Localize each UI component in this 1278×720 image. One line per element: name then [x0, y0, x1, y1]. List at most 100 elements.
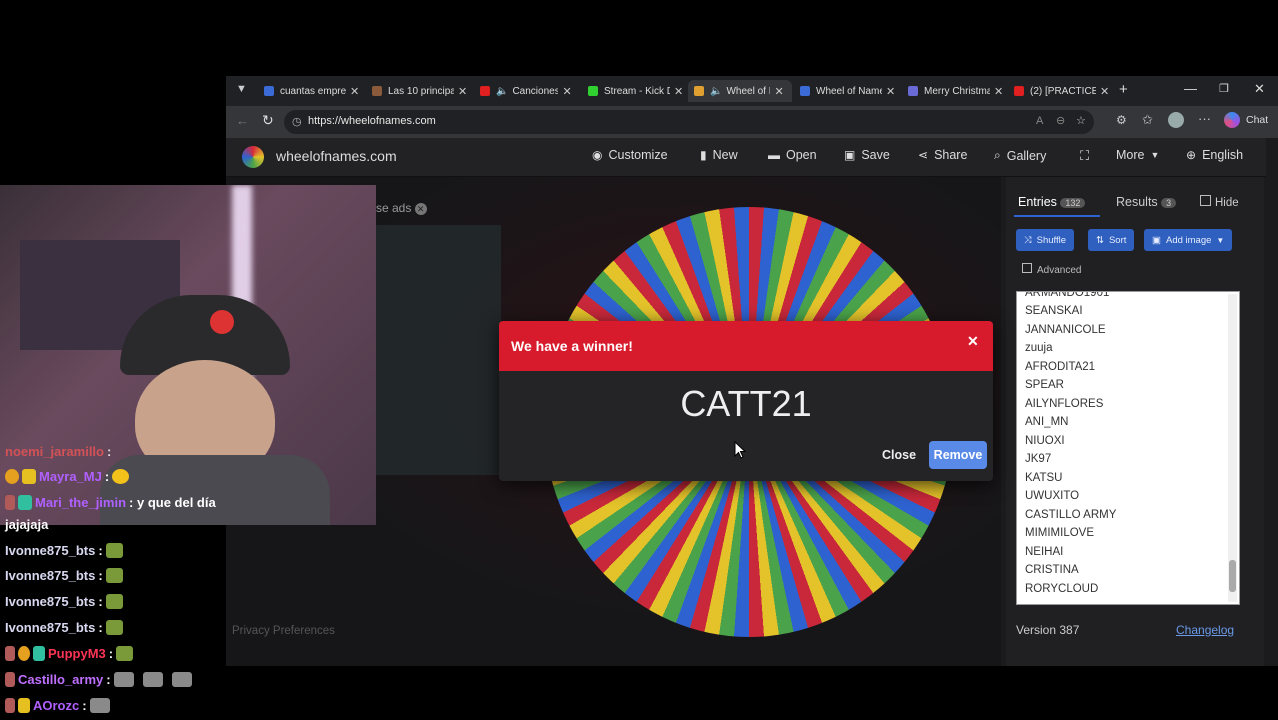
profile-avatar[interactable] — [1168, 112, 1184, 128]
entry-line: KATSU — [1025, 472, 1063, 484]
turtle-emote-icon — [105, 543, 123, 558]
reload-icon[interactable]: ↻ — [262, 112, 274, 129]
close-window-icon[interactable]: ✕ — [1254, 81, 1265, 97]
wheel-favicon-icon — [800, 86, 810, 96]
block-icon[interactable]: ⊖ — [1056, 114, 1065, 127]
remove-button[interactable]: Remove — [929, 441, 987, 469]
copilot-icon[interactable] — [1224, 112, 1240, 128]
advertisement[interactable] — [376, 225, 501, 475]
favorites-icon[interactable]: ✩ — [1142, 112, 1153, 128]
tab-strip: ▼ cuantas empre ✕ Las 10 principa ✕ 🔈 Canci… — [226, 76, 1278, 106]
chat-message: Ivonne875_bts: — [5, 594, 123, 609]
badge-icon — [18, 495, 32, 510]
tab-wheel-active[interactable]: 🔈Wheel of N✕ — [688, 80, 792, 102]
language-menu[interactable]: ⊕ English — [1186, 148, 1243, 162]
more-menu[interactable]: More ▼ — [1116, 148, 1159, 162]
close-icon[interactable]: ✕ — [350, 85, 359, 98]
close-icon[interactable]: ✕ — [967, 333, 979, 350]
badge-icon — [5, 495, 15, 510]
chat-message: Ivonne875_bts: — [5, 620, 123, 635]
tab-8[interactable]: (2) [PRACTICE F✕ — [1008, 80, 1112, 102]
search-favicon-icon — [264, 86, 274, 96]
save-button[interactable]: ▣ Save — [844, 148, 890, 162]
gallery-button[interactable]: ⌕ Gallery — [994, 148, 1046, 163]
logo-icon — [242, 146, 264, 168]
close-icon[interactable]: ✕ — [562, 85, 571, 98]
translate-icon[interactable]: A — [1036, 115, 1043, 127]
chat-message: jajajaja — [5, 517, 49, 532]
close-icon[interactable]: ✕ — [886, 85, 895, 98]
advanced-toggle[interactable]: Advanced — [1022, 263, 1081, 276]
cat-emote-icon — [112, 469, 130, 484]
tab-6[interactable]: Wheel of Name ✕ — [794, 80, 898, 102]
checkbox[interactable] — [1022, 263, 1032, 273]
shuffle-button[interactable]: ⤨ Shuffle — [1016, 229, 1075, 251]
sort-icon: ⇅ — [1096, 234, 1104, 246]
close-icon[interactable]: ✕ — [994, 85, 1003, 98]
folder-icon: ▬ — [768, 148, 780, 162]
entries-scrollbar[interactable] — [1228, 294, 1237, 602]
cat-emote-icon — [142, 672, 163, 687]
tab-results[interactable]: Results 3 — [1116, 195, 1177, 209]
fullscreen-icon[interactable]: ⛶ — [1080, 148, 1089, 164]
tab-3[interactable]: 🔈 Canciones ✕ — [474, 80, 578, 102]
page-info-icon[interactable]: ◷ — [292, 115, 302, 128]
tab-4[interactable]: Stream - Kick D ✕ — [582, 80, 686, 102]
close-icon[interactable]: ✕ — [458, 85, 467, 98]
close-icon[interactable]: ✕ — [674, 85, 683, 98]
chat-message: Ivonne875_bts: — [5, 543, 123, 558]
hide-toggle[interactable]: Hide — [1200, 195, 1239, 209]
turtle-emote-icon — [105, 568, 123, 583]
checkbox[interactable] — [1200, 195, 1211, 206]
badge-icon — [5, 672, 15, 687]
entry-line: AILYNFLORES — [1025, 398, 1104, 410]
badge-icon — [18, 698, 30, 713]
privacy-preferences-link[interactable]: Privacy Preferences — [232, 625, 335, 637]
close-ads-link[interactable]: se ads ✕ — [376, 201, 427, 215]
close-icon[interactable]: ✕ — [774, 85, 783, 98]
open-button[interactable]: ▬ Open — [768, 148, 817, 162]
entry-line: NEIHAI — [1025, 546, 1064, 558]
close-icon[interactable]: ✕ — [1100, 85, 1109, 98]
entry-line: CASTILLO ARMY — [1025, 509, 1117, 521]
entry-line: JK97 — [1025, 453, 1052, 465]
turtle-emote-icon — [105, 620, 123, 635]
chat-message: Ivonne875_bts: — [5, 568, 123, 583]
restore-icon[interactable]: ❐ — [1219, 82, 1229, 95]
logo-text[interactable]: wheelofnames.com — [276, 148, 397, 164]
minimize-icon[interactable]: — — [1184, 81, 1197, 96]
tab-list-chevron-icon[interactable]: ▼ — [236, 83, 247, 95]
entries-textarea[interactable]: ARMANDO1901 SEANSKAI JANNANICOLE zuuja A… — [1016, 291, 1240, 605]
cat-emote-icon — [171, 672, 192, 687]
add-image-button[interactable]: ▣ Add image ▼ — [1144, 229, 1233, 251]
new-tab-icon[interactable]: + — [1119, 81, 1128, 98]
active-tab-underline — [1014, 215, 1100, 217]
entry-line: MIMIMILOVE — [1025, 527, 1095, 539]
tab-entries[interactable]: Entries 132 — [1018, 195, 1086, 209]
tab-2[interactable]: Las 10 principa ✕ — [366, 80, 470, 102]
save-icon: ▣ — [844, 148, 856, 162]
favorite-star-icon[interactable]: ☆ — [1076, 114, 1086, 127]
dialog-title: We have a winner! — [511, 338, 633, 354]
customize-button[interactable]: ◉ Customize — [592, 148, 668, 162]
entry-line: zuuja — [1025, 342, 1053, 354]
extensions-icon[interactable]: ⚙ — [1116, 113, 1127, 127]
changelog-link[interactable]: Changelog — [1176, 623, 1234, 637]
tab-1[interactable]: cuantas empre ✕ — [258, 80, 362, 102]
entries-panel: Entries 132 Results 3 Hide ⤨ Shuffle ⇅ Sor… — [1006, 177, 1264, 666]
image-icon: ▣ — [1152, 234, 1161, 246]
close-icon[interactable]: ✕ — [414, 203, 427, 215]
new-button[interactable]: ▮ New — [700, 148, 738, 162]
site-favicon-icon — [372, 86, 382, 96]
back-icon[interactable]: ← — [236, 113, 249, 128]
youtube-favicon-icon — [1014, 86, 1024, 96]
chat-button[interactable]: Chat — [1246, 114, 1268, 126]
tab-7[interactable]: Merry Christma ✕ — [902, 80, 1006, 102]
close-button[interactable]: Close — [882, 448, 916, 462]
more-options-icon[interactable]: ··· — [1198, 111, 1211, 126]
scrollbar-thumb[interactable] — [1229, 560, 1236, 592]
sort-button[interactable]: ⇅ Sort — [1088, 229, 1135, 251]
url-field[interactable]: ◷ https://wheelofnames.com A ⊖ ☆ — [284, 110, 1094, 134]
share-button[interactable]: ⋖ Share — [918, 148, 967, 162]
entry-line: SPEAR — [1025, 379, 1064, 391]
